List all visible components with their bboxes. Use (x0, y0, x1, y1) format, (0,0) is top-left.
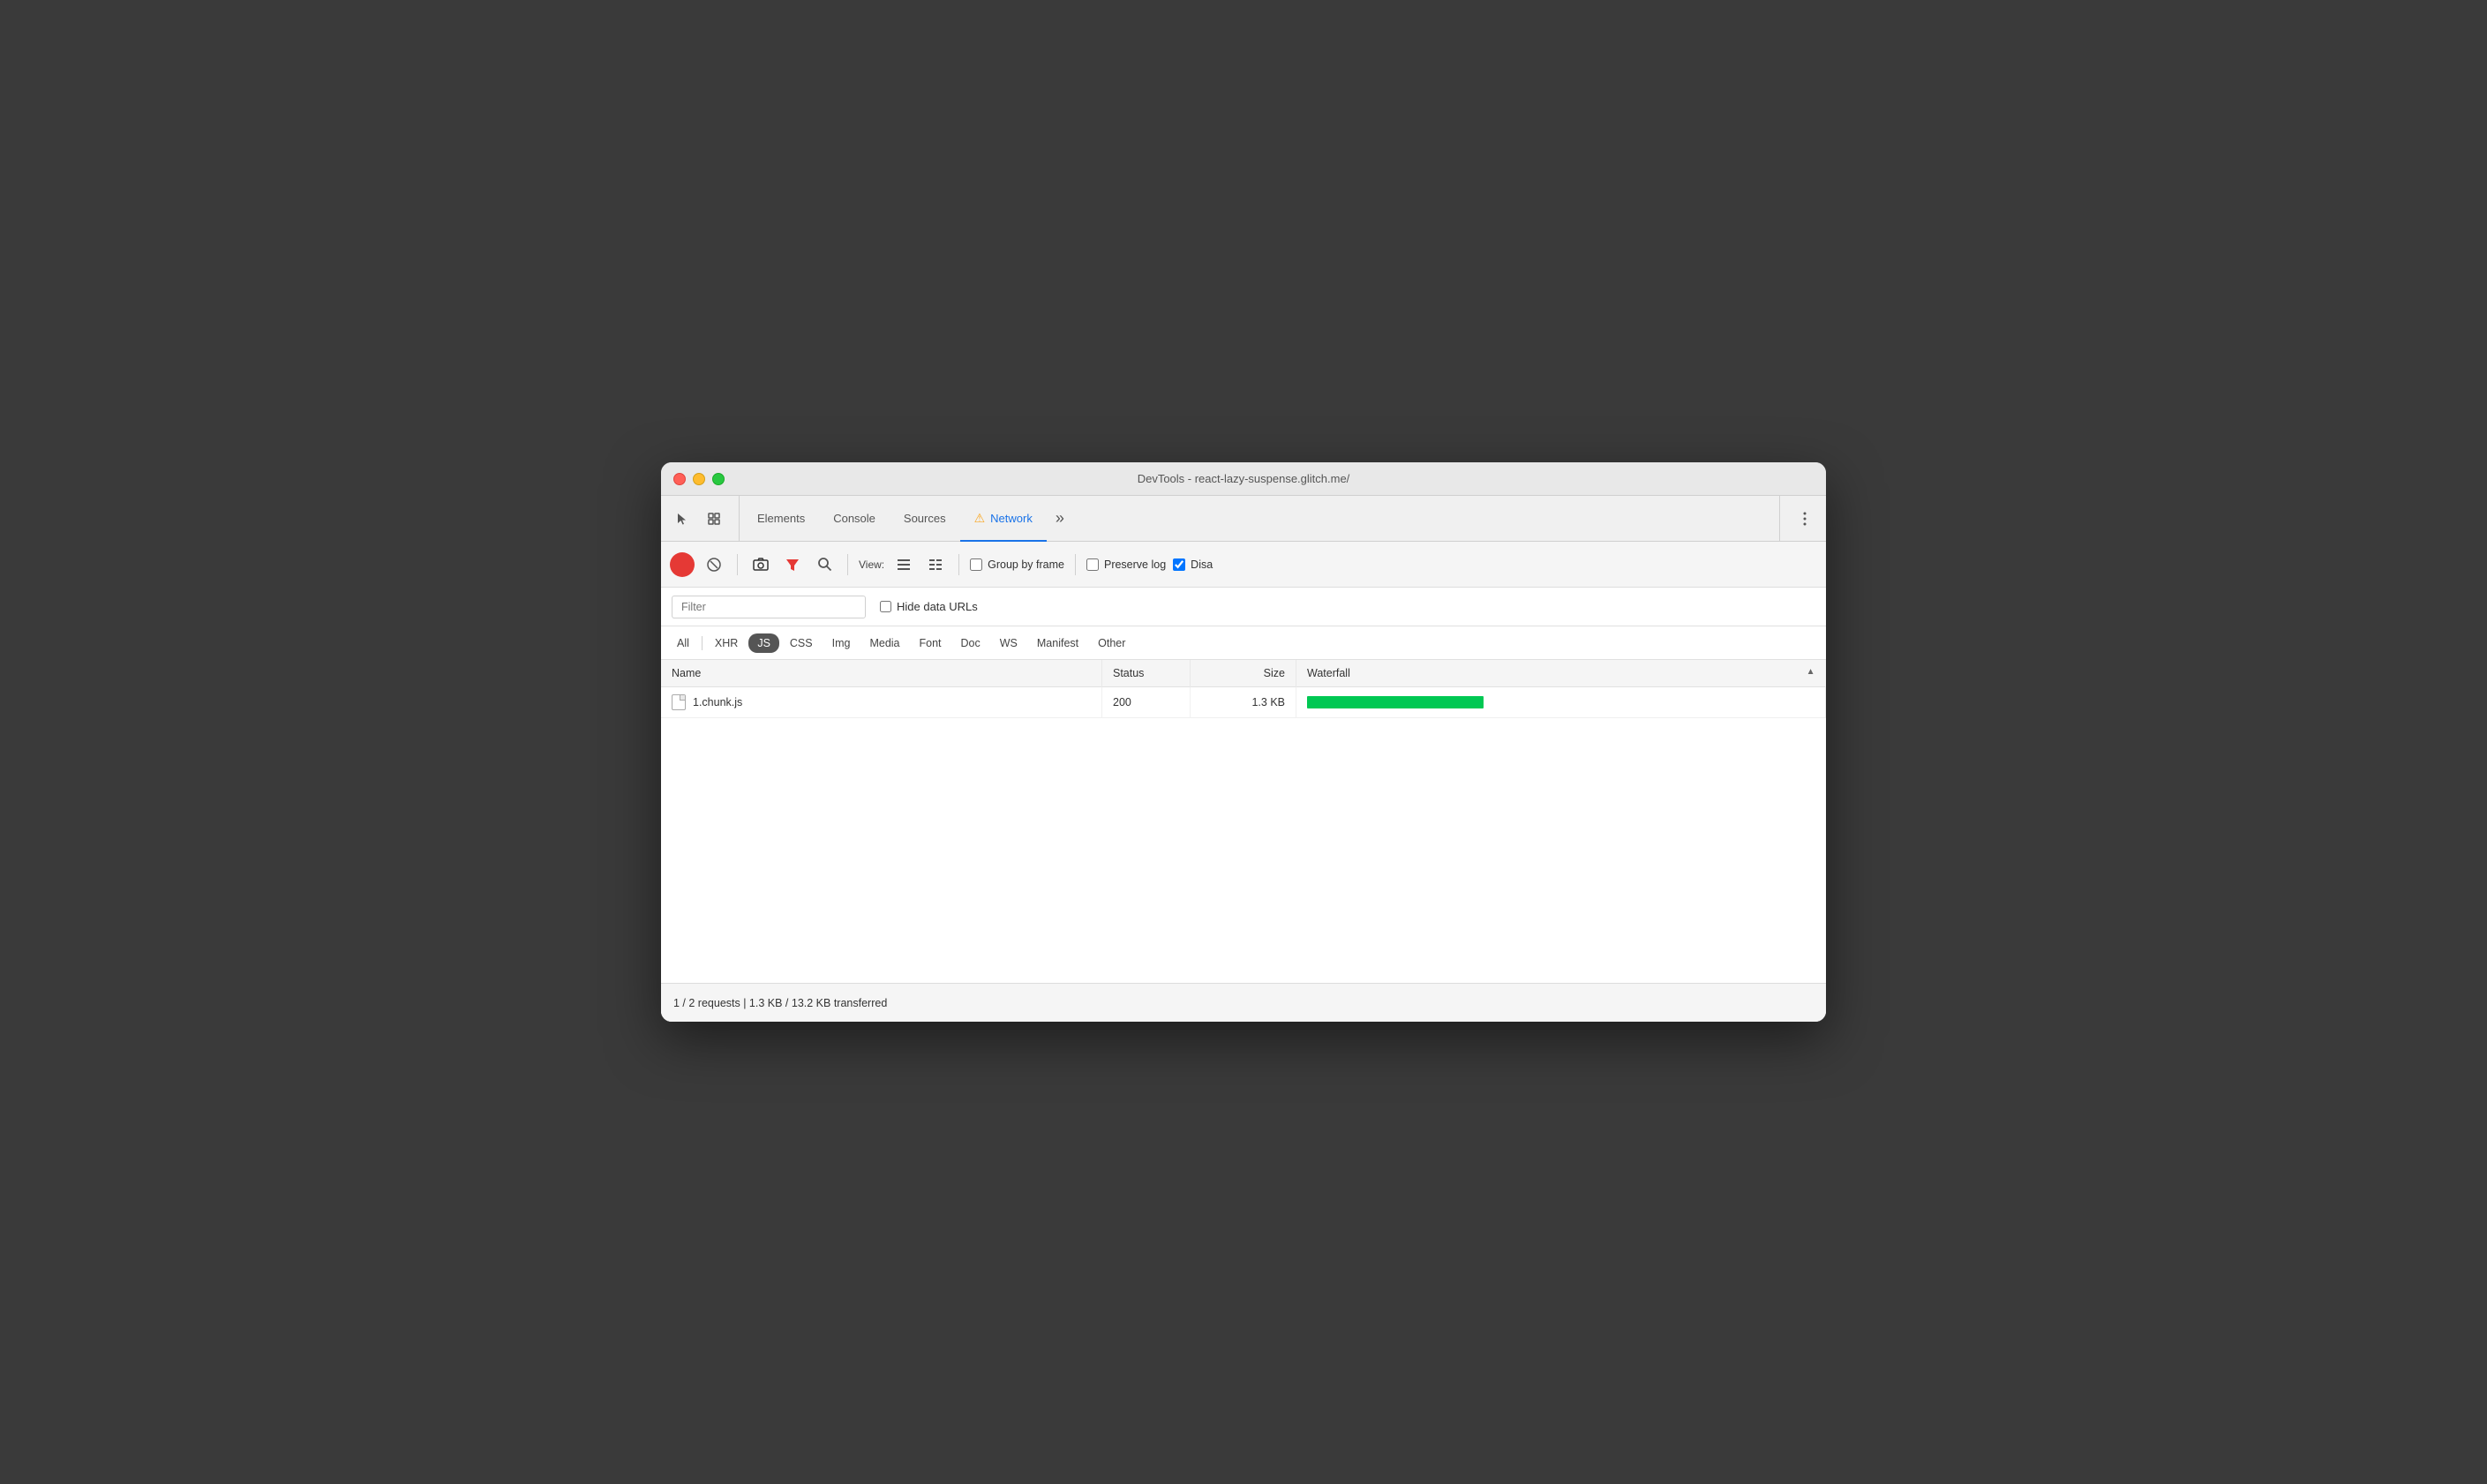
tab-bar-icons (668, 496, 740, 541)
filter-bar: Hide data URLs (661, 588, 1826, 626)
status-bar: 1 / 2 requests | 1.3 KB / 13.2 KB transf… (661, 983, 1826, 1022)
filter-input[interactable] (672, 596, 866, 618)
list-view-icon[interactable] (891, 552, 916, 577)
toolbar: View: (661, 542, 1826, 588)
type-divider (702, 636, 703, 650)
filter-font[interactable]: Font (911, 633, 950, 653)
cell-status: 200 (1102, 687, 1191, 718)
disable-cache-text: Disa (1191, 558, 1213, 571)
preserve-log-text: Preserve log (1104, 558, 1166, 571)
preserve-log-checkbox[interactable] (1086, 558, 1099, 571)
tab-elements-label: Elements (757, 512, 805, 525)
toolbar-divider-1 (737, 554, 738, 575)
tab-network-label: Network (990, 512, 1033, 525)
close-button[interactable] (673, 473, 686, 485)
group-view-icon[interactable] (923, 552, 948, 577)
col-status[interactable]: Status (1102, 660, 1191, 687)
network-table-container: Name Status Size Waterfall ▲ (661, 660, 1826, 983)
tab-more[interactable]: » (1047, 496, 1073, 541)
table-header-row: Name Status Size Waterfall ▲ (661, 660, 1826, 687)
search-button[interactable] (812, 552, 837, 577)
col-waterfall[interactable]: Waterfall ▲ (1296, 660, 1826, 687)
cell-waterfall (1296, 687, 1826, 718)
status-value: 200 (1113, 696, 1131, 708)
size-value: 1.3 KB (1251, 696, 1285, 708)
filter-xhr[interactable]: XHR (706, 633, 747, 653)
file-name: 1.chunk.js (693, 696, 742, 708)
hide-data-urls-checkbox[interactable] (880, 601, 891, 612)
toolbar-divider-3 (958, 554, 959, 575)
record-button[interactable] (670, 552, 695, 577)
filter-ws[interactable]: WS (991, 633, 1026, 653)
tab-bar-end (1779, 496, 1819, 541)
file-cell: 1.chunk.js (672, 694, 1091, 710)
cell-size: 1.3 KB (1191, 687, 1296, 718)
tab-sources-label: Sources (904, 512, 946, 525)
disable-cache-checkbox[interactable] (1173, 558, 1185, 571)
sort-arrow-icon: ▲ (1807, 667, 1815, 677)
toolbar-divider-2 (847, 554, 848, 575)
preserve-log-label[interactable]: Preserve log (1086, 558, 1166, 571)
devtools-body: Elements Console Sources ⚠ Network » (661, 496, 1826, 1022)
tab-elements[interactable]: Elements (743, 496, 819, 542)
tab-bar: Elements Console Sources ⚠ Network » (661, 496, 1826, 542)
tab-console-label: Console (833, 512, 875, 525)
network-table: Name Status Size Waterfall ▲ (661, 660, 1826, 718)
inspect-icon[interactable] (700, 505, 728, 533)
title-bar: DevTools - react-lazy-suspense.glitch.me… (661, 462, 1826, 496)
file-icon (672, 694, 686, 710)
table-row[interactable]: 1.chunk.js 200 1.3 KB (661, 687, 1826, 718)
filter-manifest[interactable]: Manifest (1028, 633, 1087, 653)
toolbar-divider-4 (1075, 554, 1076, 575)
tab-console[interactable]: Console (819, 496, 890, 542)
devtools-menu-icon[interactable] (1791, 505, 1819, 533)
tab-sources[interactable]: Sources (890, 496, 960, 542)
filter-doc[interactable]: Doc (952, 633, 989, 653)
filter-js[interactable]: JS (748, 633, 779, 653)
filter-img[interactable]: Img (823, 633, 860, 653)
filter-media[interactable]: Media (860, 633, 908, 653)
tab-network[interactable]: ⚠ Network (960, 496, 1047, 542)
filter-css[interactable]: CSS (781, 633, 822, 653)
traffic-lights (673, 473, 725, 485)
maximize-button[interactable] (712, 473, 725, 485)
warning-icon: ⚠ (974, 511, 986, 526)
waterfall-bar (1307, 696, 1484, 708)
cursor-icon[interactable] (668, 505, 696, 533)
status-bar-text: 1 / 2 requests | 1.3 KB / 13.2 KB transf… (673, 997, 887, 1009)
clear-button[interactable] (702, 552, 726, 577)
camera-button[interactable] (748, 552, 773, 577)
disable-cache-label[interactable]: Disa (1173, 558, 1213, 571)
more-tabs-label: » (1056, 509, 1064, 528)
type-filter-bar: All XHR JS CSS Img Media Font Doc (661, 626, 1826, 660)
group-by-frame-checkbox[interactable] (970, 558, 982, 571)
devtools-window: DevTools - react-lazy-suspense.glitch.me… (661, 462, 1826, 1022)
filter-other[interactable]: Other (1089, 633, 1134, 653)
group-by-frame-text: Group by frame (988, 558, 1064, 571)
group-by-frame-label[interactable]: Group by frame (970, 558, 1064, 571)
col-name[interactable]: Name (661, 660, 1102, 687)
filter-button[interactable] (780, 552, 805, 577)
minimize-button[interactable] (693, 473, 705, 485)
view-label: View: (859, 558, 884, 571)
col-size[interactable]: Size (1191, 660, 1296, 687)
cell-name: 1.chunk.js (661, 687, 1102, 718)
hide-data-urls-text: Hide data URLs (897, 600, 978, 613)
hide-data-urls-label[interactable]: Hide data URLs (880, 600, 978, 613)
filter-all[interactable]: All (668, 633, 698, 653)
empty-table-space (661, 718, 1826, 983)
window-title: DevTools - react-lazy-suspense.glitch.me… (1138, 472, 1350, 485)
